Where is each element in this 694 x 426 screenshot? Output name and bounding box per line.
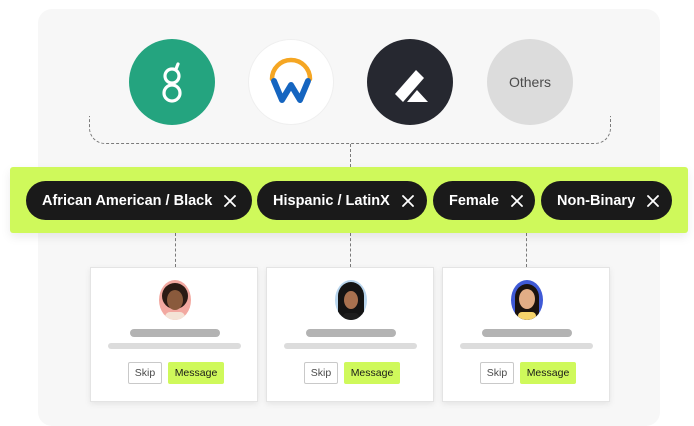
close-icon[interactable]	[401, 194, 414, 207]
connector-line-center	[350, 233, 351, 267]
filter-chip-african-american[interactable]: African American / Black	[26, 181, 252, 220]
filter-chip-label: Hispanic / LatinX	[273, 192, 390, 209]
avatar	[511, 280, 543, 320]
lever-logo[interactable]	[367, 39, 453, 125]
others-logo[interactable]: Others	[487, 39, 573, 125]
skip-button[interactable]: Skip	[128, 362, 162, 384]
connector-bracket	[89, 116, 611, 144]
greenhouse-logo[interactable]	[129, 39, 215, 125]
message-button[interactable]: Message	[344, 362, 400, 384]
others-label: Others	[508, 74, 551, 90]
title-placeholder-bar	[108, 343, 241, 349]
connector-line-top	[350, 144, 351, 167]
name-placeholder-bar	[482, 329, 572, 337]
candidate-card: Skip Message	[442, 267, 610, 402]
name-placeholder-bar	[306, 329, 396, 337]
title-placeholder-bar	[284, 343, 417, 349]
filter-chip-label: African American / Black	[42, 192, 213, 209]
name-placeholder-bar	[130, 329, 220, 337]
connector-line-left	[175, 233, 176, 267]
filter-chip-non-binary[interactable]: Non-Binary	[541, 181, 672, 220]
greenhouse-logo-icon	[162, 62, 182, 103]
avatar	[335, 280, 367, 320]
candidate-card: Skip Message	[266, 267, 434, 402]
close-icon[interactable]	[647, 194, 660, 207]
workday-logo[interactable]	[248, 39, 334, 125]
lever-logo-icon	[395, 70, 428, 102]
connector-line-right	[526, 233, 527, 267]
title-placeholder-bar	[460, 343, 593, 349]
avatar	[159, 280, 191, 320]
skip-button[interactable]: Skip	[480, 362, 514, 384]
skip-button[interactable]: Skip	[304, 362, 338, 384]
filter-chip-hispanic[interactable]: Hispanic / LatinX	[257, 181, 427, 220]
close-icon[interactable]	[224, 194, 237, 207]
message-button[interactable]: Message	[520, 362, 576, 384]
candidate-card: Skip Message	[90, 267, 258, 402]
filter-chip-label: Female	[449, 192, 499, 209]
message-button[interactable]: Message	[168, 362, 224, 384]
close-icon[interactable]	[511, 194, 523, 207]
filter-chip-label: Non-Binary	[557, 192, 636, 209]
filter-chip-female[interactable]: Female	[433, 181, 535, 220]
workday-logo-icon	[269, 57, 313, 103]
